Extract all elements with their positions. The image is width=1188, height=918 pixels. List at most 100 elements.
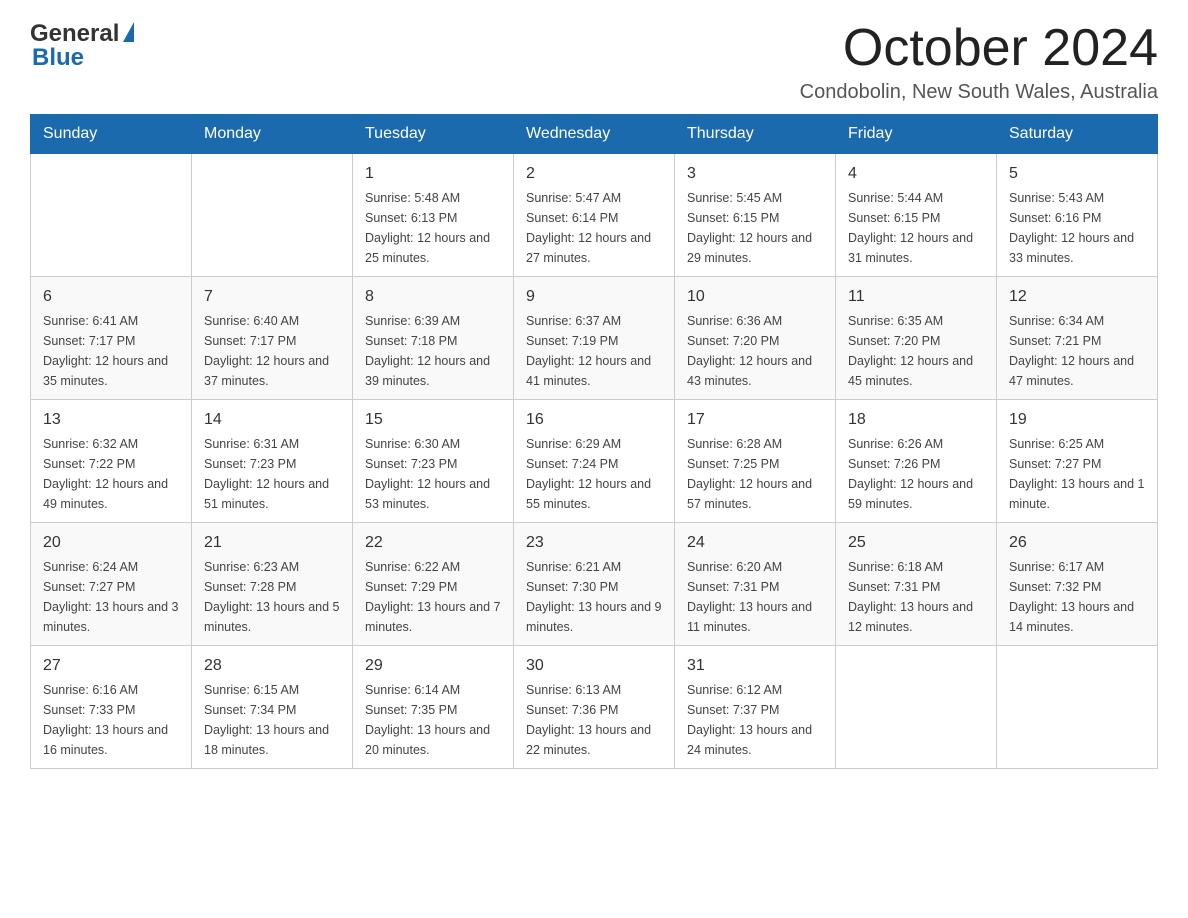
day-number: 4 <box>848 162 984 186</box>
calendar-cell: 13Sunrise: 6:32 AMSunset: 7:22 PMDayligh… <box>31 400 192 523</box>
day-number: 2 <box>526 162 662 186</box>
calendar-cell: 16Sunrise: 6:29 AMSunset: 7:24 PMDayligh… <box>514 400 675 523</box>
day-info: Sunrise: 6:18 AMSunset: 7:31 PMDaylight:… <box>848 557 984 637</box>
logo-triangle-icon <box>123 22 134 42</box>
day-info: Sunrise: 6:20 AMSunset: 7:31 PMDaylight:… <box>687 557 823 637</box>
calendar-cell: 25Sunrise: 6:18 AMSunset: 7:31 PMDayligh… <box>836 523 997 646</box>
day-number: 10 <box>687 285 823 309</box>
day-info: Sunrise: 6:26 AMSunset: 7:26 PMDaylight:… <box>848 434 984 514</box>
day-info: Sunrise: 6:24 AMSunset: 7:27 PMDaylight:… <box>43 557 179 637</box>
day-number: 3 <box>687 162 823 186</box>
day-number: 7 <box>204 285 340 309</box>
calendar-week-row: 13Sunrise: 6:32 AMSunset: 7:22 PMDayligh… <box>31 400 1158 523</box>
calendar-cell: 24Sunrise: 6:20 AMSunset: 7:31 PMDayligh… <box>675 523 836 646</box>
day-info: Sunrise: 5:44 AMSunset: 6:15 PMDaylight:… <box>848 188 984 268</box>
day-number: 16 <box>526 408 662 432</box>
calendar-cell: 6Sunrise: 6:41 AMSunset: 7:17 PMDaylight… <box>31 277 192 400</box>
calendar-cell <box>31 154 192 277</box>
calendar-cell: 29Sunrise: 6:14 AMSunset: 7:35 PMDayligh… <box>353 646 514 769</box>
calendar-cell: 18Sunrise: 6:26 AMSunset: 7:26 PMDayligh… <box>836 400 997 523</box>
calendar-week-row: 27Sunrise: 6:16 AMSunset: 7:33 PMDayligh… <box>31 646 1158 769</box>
day-number: 15 <box>365 408 501 432</box>
calendar-cell: 9Sunrise: 6:37 AMSunset: 7:19 PMDaylight… <box>514 277 675 400</box>
day-number: 12 <box>1009 285 1145 309</box>
calendar-cell: 7Sunrise: 6:40 AMSunset: 7:17 PMDaylight… <box>192 277 353 400</box>
col-sunday: Sunday <box>31 115 192 154</box>
day-info: Sunrise: 6:12 AMSunset: 7:37 PMDaylight:… <box>687 680 823 760</box>
day-number: 9 <box>526 285 662 309</box>
col-saturday: Saturday <box>997 115 1158 154</box>
calendar-cell: 8Sunrise: 6:39 AMSunset: 7:18 PMDaylight… <box>353 277 514 400</box>
day-number: 14 <box>204 408 340 432</box>
day-info: Sunrise: 5:43 AMSunset: 6:16 PMDaylight:… <box>1009 188 1145 268</box>
day-info: Sunrise: 6:22 AMSunset: 7:29 PMDaylight:… <box>365 557 501 637</box>
day-number: 30 <box>526 654 662 678</box>
calendar-cell: 20Sunrise: 6:24 AMSunset: 7:27 PMDayligh… <box>31 523 192 646</box>
calendar-cell: 27Sunrise: 6:16 AMSunset: 7:33 PMDayligh… <box>31 646 192 769</box>
calendar-cell: 22Sunrise: 6:22 AMSunset: 7:29 PMDayligh… <box>353 523 514 646</box>
day-number: 24 <box>687 531 823 555</box>
day-info: Sunrise: 6:17 AMSunset: 7:32 PMDaylight:… <box>1009 557 1145 637</box>
day-number: 28 <box>204 654 340 678</box>
day-info: Sunrise: 6:32 AMSunset: 7:22 PMDaylight:… <box>43 434 179 514</box>
day-number: 26 <box>1009 531 1145 555</box>
day-number: 6 <box>43 285 179 309</box>
calendar-week-row: 6Sunrise: 6:41 AMSunset: 7:17 PMDaylight… <box>31 277 1158 400</box>
day-number: 8 <box>365 285 501 309</box>
day-info: Sunrise: 6:25 AMSunset: 7:27 PMDaylight:… <box>1009 434 1145 514</box>
calendar-week-row: 20Sunrise: 6:24 AMSunset: 7:27 PMDayligh… <box>31 523 1158 646</box>
calendar-table: Sunday Monday Tuesday Wednesday Thursday… <box>30 114 1158 769</box>
calendar-cell: 11Sunrise: 6:35 AMSunset: 7:20 PMDayligh… <box>836 277 997 400</box>
calendar-cell: 5Sunrise: 5:43 AMSunset: 6:16 PMDaylight… <box>997 154 1158 277</box>
day-info: Sunrise: 6:41 AMSunset: 7:17 PMDaylight:… <box>43 311 179 391</box>
day-info: Sunrise: 6:21 AMSunset: 7:30 PMDaylight:… <box>526 557 662 637</box>
day-info: Sunrise: 6:31 AMSunset: 7:23 PMDaylight:… <box>204 434 340 514</box>
day-number: 13 <box>43 408 179 432</box>
day-info: Sunrise: 5:45 AMSunset: 6:15 PMDaylight:… <box>687 188 823 268</box>
col-monday: Monday <box>192 115 353 154</box>
calendar-cell: 14Sunrise: 6:31 AMSunset: 7:23 PMDayligh… <box>192 400 353 523</box>
day-info: Sunrise: 6:15 AMSunset: 7:34 PMDaylight:… <box>204 680 340 760</box>
col-friday: Friday <box>836 115 997 154</box>
calendar-cell: 12Sunrise: 6:34 AMSunset: 7:21 PMDayligh… <box>997 277 1158 400</box>
day-number: 17 <box>687 408 823 432</box>
title-area: October 2024 Condobolin, New South Wales… <box>800 20 1158 104</box>
day-info: Sunrise: 5:48 AMSunset: 6:13 PMDaylight:… <box>365 188 501 268</box>
logo: General Blue <box>30 20 138 72</box>
col-tuesday: Tuesday <box>353 115 514 154</box>
calendar-cell: 2Sunrise: 5:47 AMSunset: 6:14 PMDaylight… <box>514 154 675 277</box>
day-number: 31 <box>687 654 823 678</box>
day-number: 23 <box>526 531 662 555</box>
calendar-cell <box>192 154 353 277</box>
day-info: Sunrise: 6:34 AMSunset: 7:21 PMDaylight:… <box>1009 311 1145 391</box>
location-title: Condobolin, New South Wales, Australia <box>800 81 1158 104</box>
col-wednesday: Wednesday <box>514 115 675 154</box>
calendar-cell: 19Sunrise: 6:25 AMSunset: 7:27 PMDayligh… <box>997 400 1158 523</box>
day-info: Sunrise: 6:37 AMSunset: 7:19 PMDaylight:… <box>526 311 662 391</box>
day-number: 22 <box>365 531 501 555</box>
calendar-header-row: Sunday Monday Tuesday Wednesday Thursday… <box>31 115 1158 154</box>
calendar-cell: 17Sunrise: 6:28 AMSunset: 7:25 PMDayligh… <box>675 400 836 523</box>
calendar-cell: 26Sunrise: 6:17 AMSunset: 7:32 PMDayligh… <box>997 523 1158 646</box>
calendar-cell: 1Sunrise: 5:48 AMSunset: 6:13 PMDaylight… <box>353 154 514 277</box>
calendar-cell: 30Sunrise: 6:13 AMSunset: 7:36 PMDayligh… <box>514 646 675 769</box>
day-info: Sunrise: 6:23 AMSunset: 7:28 PMDaylight:… <box>204 557 340 637</box>
day-number: 25 <box>848 531 984 555</box>
logo-blue-text: Blue <box>32 44 84 72</box>
day-number: 5 <box>1009 162 1145 186</box>
day-number: 19 <box>1009 408 1145 432</box>
day-info: Sunrise: 6:39 AMSunset: 7:18 PMDaylight:… <box>365 311 501 391</box>
calendar-cell: 15Sunrise: 6:30 AMSunset: 7:23 PMDayligh… <box>353 400 514 523</box>
day-number: 21 <box>204 531 340 555</box>
day-info: Sunrise: 6:40 AMSunset: 7:17 PMDaylight:… <box>204 311 340 391</box>
calendar-cell: 23Sunrise: 6:21 AMSunset: 7:30 PMDayligh… <box>514 523 675 646</box>
calendar-cell: 10Sunrise: 6:36 AMSunset: 7:20 PMDayligh… <box>675 277 836 400</box>
day-number: 18 <box>848 408 984 432</box>
day-number: 29 <box>365 654 501 678</box>
calendar-cell: 31Sunrise: 6:12 AMSunset: 7:37 PMDayligh… <box>675 646 836 769</box>
day-info: Sunrise: 6:13 AMSunset: 7:36 PMDaylight:… <box>526 680 662 760</box>
day-info: Sunrise: 6:35 AMSunset: 7:20 PMDaylight:… <box>848 311 984 391</box>
day-info: Sunrise: 6:30 AMSunset: 7:23 PMDaylight:… <box>365 434 501 514</box>
month-title: October 2024 <box>800 20 1158 77</box>
calendar-cell: 21Sunrise: 6:23 AMSunset: 7:28 PMDayligh… <box>192 523 353 646</box>
